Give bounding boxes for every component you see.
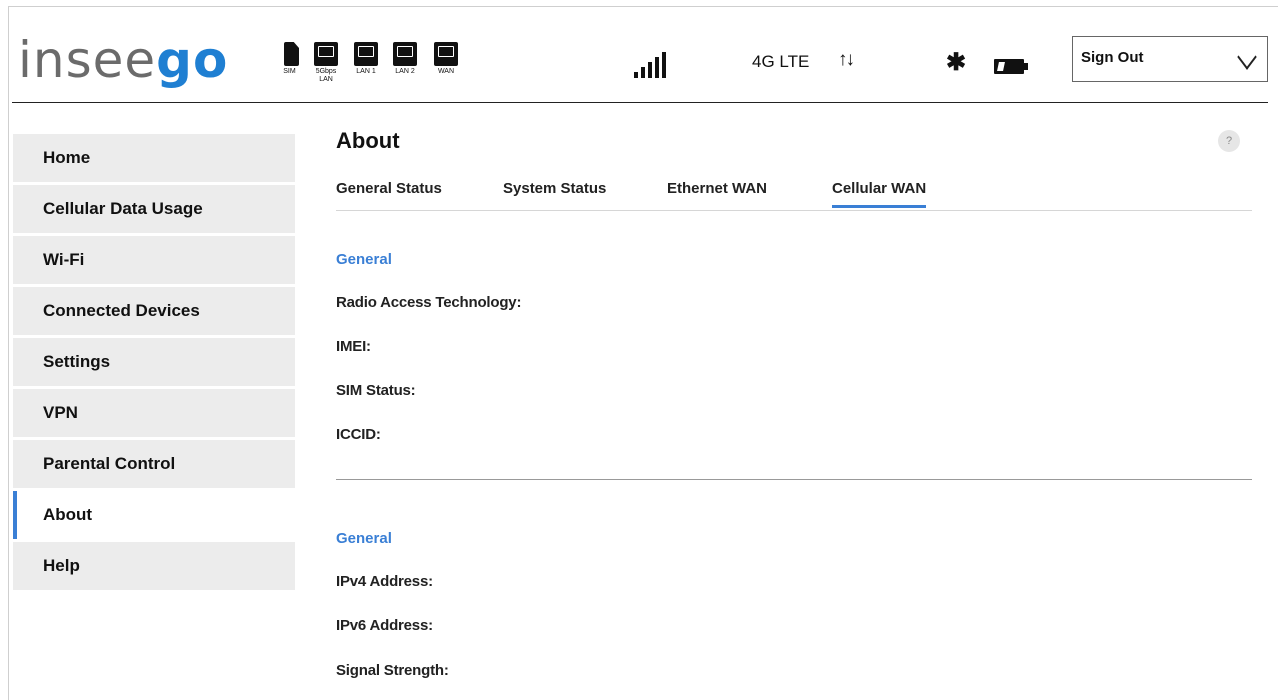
sidebar-item-wifi[interactable]: Wi-Fi (13, 236, 295, 284)
sign-out-select[interactable]: Sign Out (1072, 36, 1268, 82)
chevron-down-icon (1237, 44, 1257, 70)
section-divider (336, 479, 1252, 480)
bluetooth-icon: ✱ (946, 49, 967, 76)
sidebar-item-cellular-data-usage[interactable]: Cellular Data Usage (13, 185, 295, 233)
tab-ethernet-wan[interactable]: Ethernet WAN (667, 180, 767, 205)
sidebar-item-help[interactable]: Help (13, 542, 295, 590)
field-label-signal-strength: Signal Strength: (336, 662, 449, 679)
field-label-ipv6-address: IPv6 Address: (336, 617, 433, 634)
sim-icon: SIM (280, 42, 299, 76)
field-label-iccid: ICCID: (336, 426, 381, 443)
section-heading-general-network: General (336, 530, 392, 547)
sidebar-item-about[interactable]: About (13, 491, 295, 539)
help-icon[interactable]: ? (1218, 130, 1240, 152)
section-heading-general: General (336, 251, 392, 268)
sidebar-item-connected-devices[interactable]: Connected Devices (13, 287, 295, 335)
data-transfer-icon: ↑↓ (838, 49, 855, 70)
lan2-port-icon: LAN 2 (393, 42, 417, 76)
tab-system-status[interactable]: System Status (503, 180, 606, 205)
field-label-sim-status: SIM Status: (336, 382, 416, 399)
field-label-ipv4-address: IPv4 Address: (336, 573, 433, 590)
sidebar-item-parental-control[interactable]: Parental Control (13, 440, 295, 488)
sidebar-item-vpn[interactable]: VPN (13, 389, 295, 437)
battery-icon (994, 59, 1028, 74)
page-title: About (336, 128, 400, 153)
sign-out-label: Sign Out (1081, 49, 1144, 66)
tab-bar: General Status System Status Ethernet WA… (336, 174, 1252, 211)
lan-5gbps-port-icon: 5Gbps LAN (312, 42, 340, 84)
signal-strength-icon (634, 52, 674, 78)
wan-port-icon: WAN (434, 42, 458, 76)
field-label-radio-access-technology: Radio Access Technology: (336, 294, 522, 311)
lan1-port-icon: LAN 1 (354, 42, 378, 76)
sidebar-nav: Home Cellular Data Usage Wi-Fi Connected… (13, 134, 295, 593)
sidebar-item-home[interactable]: Home (13, 134, 295, 182)
top-header: inseego SIM 5Gbps LAN LAN 1 LAN 2 WAN 4G… (12, 16, 1268, 103)
tab-general-status[interactable]: General Status (336, 180, 442, 205)
sidebar-item-settings[interactable]: Settings (13, 338, 295, 386)
tab-cellular-wan[interactable]: Cellular WAN (832, 180, 927, 208)
network-type-label: 4G LTE (752, 52, 810, 71)
inseego-logo[interactable]: inseego (18, 30, 228, 90)
field-label-imei: IMEI: (336, 338, 371, 355)
